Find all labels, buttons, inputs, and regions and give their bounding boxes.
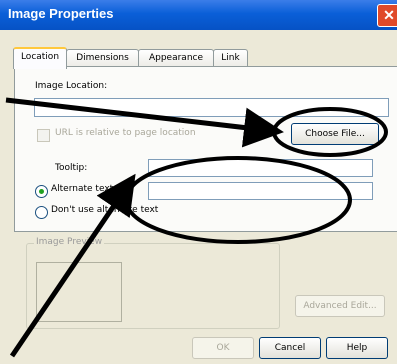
image-location-label: Image Location: [35,81,108,91]
location-panel: Image Location: URL is relative to page … [14,66,397,232]
alternate-text-input[interactable] [148,182,373,200]
window-title: Image Properties [8,6,114,21]
alternate-text-label: Alternate text: [51,184,117,194]
url-relative-checkbox[interactable] [37,129,50,142]
tooltip-label: Tooltip: [55,163,88,173]
image-preview-label: Image Preview [34,237,105,247]
dont-use-alt-text-label: Don't use alternate text [51,205,159,215]
tooltip-input[interactable] [148,159,373,177]
help-button[interactable]: Help [326,337,388,359]
choose-file-button[interactable]: Choose File... [291,123,379,145]
tab-location[interactable]: Location [13,47,67,69]
ok-button[interactable]: OK [192,337,254,359]
advanced-edit-button[interactable]: Advanced Edit... [295,295,385,317]
url-relative-label: URL is relative to page location [55,128,196,138]
tab-dimensions[interactable]: Dimensions [66,49,139,67]
image-properties-dialog: Image Properties ✕ Location Dimensions A… [0,0,397,364]
radio-selected-dot [39,189,44,194]
alternate-text-radio[interactable] [35,185,48,198]
image-location-input[interactable] [34,98,389,117]
tab-appearance[interactable]: Appearance [138,49,214,67]
close-icon[interactable]: ✕ [377,4,397,27]
title-bar: Image Properties ✕ [0,0,397,30]
dont-use-alt-text-radio[interactable] [35,206,48,219]
cancel-button[interactable]: Cancel [259,337,321,359]
tab-link[interactable]: Link [213,49,248,67]
image-preview-box [36,262,122,322]
